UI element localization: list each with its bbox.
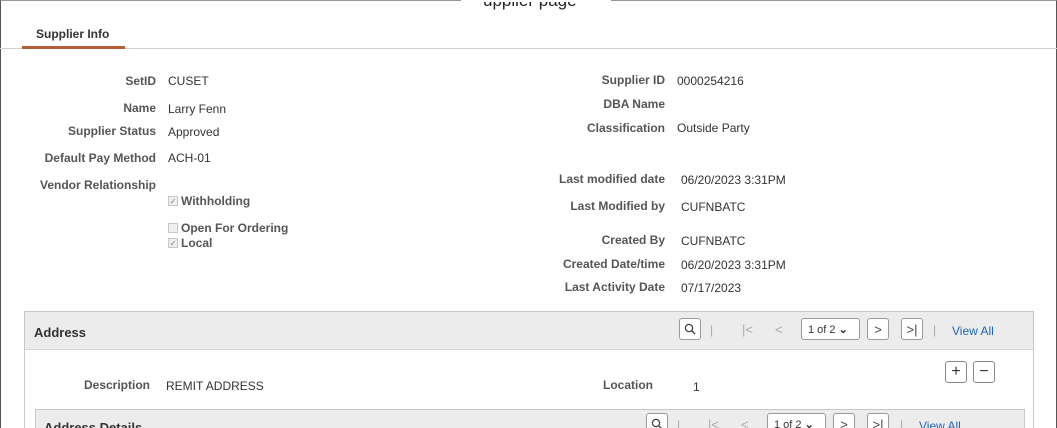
previous-page-icon[interactable]: < [775, 322, 783, 337]
name-value: Larry Fenn [168, 102, 227, 116]
toolbar-separator: | [900, 418, 904, 428]
tab-bar: Supplier Info [0, 17, 1057, 49]
supplier-status-label: Supplier Status [67, 124, 156, 138]
last-page-icon[interactable]: >| [901, 318, 923, 340]
search-icon[interactable] [679, 318, 701, 340]
toolbar-separator: | [677, 418, 681, 428]
location-value: 1 [693, 380, 700, 394]
address-details-section: Address Details | |< < 1 of 2 ⌄ > >| | V… [35, 409, 1025, 428]
page-select[interactable]: 1 of 2 ⌄ [767, 413, 826, 428]
open-for-ordering-label: Open For Ordering [181, 221, 289, 235]
address-details-header: Address Details | |< < 1 of 2 ⌄ > >| | V… [36, 410, 1024, 428]
created-datetime-label: Created Date/time [562, 257, 665, 271]
supplier-id-label: Supplier ID [601, 73, 665, 87]
description-value: REMIT ADDRESS [166, 379, 264, 393]
first-page-icon[interactable]: |< [742, 322, 753, 337]
last-modified-date-label: Last modified date [558, 172, 665, 186]
address-section: Address | |< < 1 of 2 ⌄ > >| | View All … [24, 311, 1034, 428]
toolbar-separator: | [710, 323, 714, 337]
supplier-status-value: Approved [168, 125, 220, 139]
setid-value: CUSET [168, 74, 209, 88]
first-page-icon[interactable]: |< [708, 417, 719, 428]
location-label: Location [603, 378, 653, 392]
classification-value: Outside Party [677, 121, 750, 135]
vendor-relationship-label: Vendor Relationship [39, 178, 156, 192]
created-datetime-value: 06/20/2023 3:31PM [681, 258, 786, 272]
created-by-value: CUFNBATC [681, 234, 746, 248]
last-activity-date-label: Last Activity Date [564, 280, 665, 294]
default-pay-method-label: Default Pay Method [44, 151, 156, 165]
toolbar-separator: | [933, 323, 937, 337]
last-modified-by-label: Last Modified by [570, 199, 665, 213]
supplier-id-value: 0000254216 [677, 74, 744, 88]
withholding-label: Withholding [181, 194, 251, 208]
local-checkbox[interactable]: ✓ Local [168, 236, 212, 250]
created-by-label: Created By [601, 233, 665, 247]
add-row-button[interactable]: + [945, 361, 967, 383]
page-select[interactable]: 1 of 2 ⌄ [801, 318, 860, 340]
address-section-header: Address | |< < 1 of 2 ⌄ > >| | View All [25, 312, 1033, 350]
dba-name-label: DBA Name [603, 97, 665, 111]
chevron-down-icon: ⌄ [804, 419, 814, 428]
search-icon[interactable] [646, 413, 668, 428]
view-all-link[interactable]: View All [952, 324, 994, 338]
view-all-link[interactable]: View All [919, 419, 961, 428]
tab-supplier-info[interactable]: Supplier Info [22, 17, 125, 49]
next-page-icon[interactable]: > [833, 413, 855, 428]
description-label: Description [83, 378, 150, 392]
check-icon: ✓ [168, 196, 178, 206]
default-pay-method-value: ACH-01 [168, 151, 211, 165]
address-section-title: Address [34, 325, 87, 340]
name-label: Name [123, 101, 156, 115]
setid-label: SetID [125, 74, 156, 88]
last-activity-date-value: 07/17/2023 [681, 281, 742, 295]
unchecked-box-icon [168, 223, 178, 233]
last-page-icon[interactable]: >| [867, 413, 889, 428]
withholding-checkbox[interactable]: ✓ Withholding [168, 194, 250, 208]
classification-label: Classification [586, 121, 665, 135]
chevron-down-icon: ⌄ [838, 324, 848, 336]
next-page-icon[interactable]: > [867, 318, 889, 340]
local-label: Local [181, 236, 213, 250]
last-modified-by-value: CUFNBATC [681, 200, 746, 214]
open-for-ordering-checkbox[interactable]: Open For Ordering [168, 221, 288, 235]
address-details-title: Address Details [44, 420, 143, 428]
previous-page-icon[interactable]: < [741, 417, 749, 428]
check-icon: ✓ [168, 238, 178, 248]
delete-row-button[interactable]: − [973, 361, 995, 383]
last-modified-date-value: 06/20/2023 3:31PM [681, 173, 786, 187]
